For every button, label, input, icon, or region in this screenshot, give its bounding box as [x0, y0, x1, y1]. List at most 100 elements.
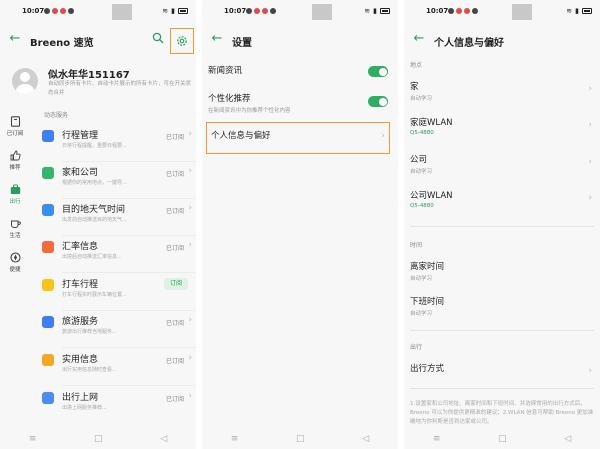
- back-triangle-icon[interactable]: ◁: [362, 434, 369, 444]
- location-home[interactable]: 家 自动学习 ›: [410, 80, 594, 110]
- chevron-right-icon: ›: [588, 84, 592, 94]
- left-nav-subscribed[interactable]: 已订阅: [2, 116, 28, 137]
- subscribe-button[interactable]: 订阅: [164, 278, 188, 290]
- message-icon: [68, 8, 74, 14]
- header: ← 个人信息与偏好: [404, 26, 600, 54]
- back-triangle-icon[interactable]: ◁: [564, 434, 571, 444]
- service-status: 已订阅: [165, 208, 184, 215]
- status-time: 10:07: [426, 7, 449, 15]
- service-status: 已订阅: [165, 171, 184, 178]
- chat-icon: [246, 8, 252, 14]
- left-nav-label: 便捷: [9, 267, 21, 273]
- header: ← 设置: [202, 26, 398, 54]
- left-nav-life[interactable]: 生活: [2, 218, 28, 239]
- news-toggle[interactable]: [368, 66, 388, 77]
- service-status: 已订阅: [165, 134, 184, 141]
- home-button-icon[interactable]: □: [94, 434, 103, 444]
- settings-highlight[interactable]: [170, 28, 194, 54]
- avatar[interactable]: [12, 68, 38, 94]
- video-icon: [52, 8, 58, 14]
- service-item-weather[interactable]: 目的地天气时间 出发前自动推送目的地天气... 已订阅 ›: [40, 200, 196, 236]
- location-company[interactable]: 公司 自动学习 ›: [410, 153, 594, 183]
- service-title: 目的地天气时间: [62, 205, 126, 215]
- bookmark-icon: [10, 116, 20, 127]
- category-time: 时间: [410, 242, 423, 249]
- service-item-home-company[interactable]: 家和公司 根据你的常用地点，一键导... 已订阅 ›: [40, 163, 196, 199]
- screen-personal-info: 10:07 ≋ ▮ ← 个人信息与偏好 地点 家 自动学习 › 家庭WLAN Q…: [404, 0, 600, 449]
- divider: [410, 226, 594, 227]
- service-status: 已订阅: [165, 245, 184, 252]
- service-item-internet[interactable]: 出行上网 出境上网服务推荐... 已订阅 ›: [40, 388, 196, 424]
- category-travel: 出行: [410, 344, 423, 351]
- cup-icon: [10, 220, 21, 228]
- personal-info-preference-row[interactable]: 个人信息与偏好 ›: [206, 122, 390, 154]
- message-icon: [472, 8, 478, 14]
- status-time: 10:07: [22, 7, 45, 15]
- divider: [410, 330, 594, 331]
- notification-icons: [44, 8, 74, 14]
- location-home-wifi[interactable]: 家庭WLAN Q5-4880 ›: [410, 116, 594, 146]
- search-icon[interactable]: [152, 32, 164, 44]
- left-nav-label: 已订阅: [6, 131, 24, 137]
- service-title: 实用信息: [62, 355, 99, 365]
- service-item-taxi[interactable]: 打车行程 打车行程实时展示车辆位置... 订阅: [40, 275, 196, 311]
- music-icon: [60, 8, 66, 14]
- service-title: 出行上网: [62, 393, 99, 403]
- item-title: 公司: [410, 155, 428, 165]
- service-desc: 日常行程提醒，重要日程要...: [62, 143, 127, 149]
- chevron-right-icon: ›: [588, 193, 592, 203]
- chevron-right-icon: ›: [588, 366, 592, 376]
- status-time: 10:07: [224, 7, 247, 15]
- back-arrow-icon[interactable]: ←: [8, 32, 22, 46]
- chat-icon: [44, 8, 50, 14]
- thumbs-up-icon: [10, 150, 21, 161]
- time-off-work[interactable]: 下班时间 自动学习: [410, 295, 594, 325]
- compass-icon: [9, 252, 21, 263]
- chevron-right-icon: ›: [381, 131, 385, 141]
- gear-icon[interactable]: [176, 35, 188, 47]
- home-button-icon[interactable]: □: [498, 434, 507, 444]
- left-nav-travel[interactable]: 出行: [2, 184, 28, 205]
- back-arrow-icon[interactable]: ←: [210, 32, 224, 46]
- divider: [410, 388, 594, 389]
- time-leave-home[interactable]: 离家时间 自动学习: [410, 260, 594, 290]
- back-arrow-icon[interactable]: ←: [412, 32, 426, 46]
- item-title: 下班时间: [410, 297, 445, 307]
- menu-icon[interactable]: ≡: [29, 434, 37, 444]
- item-desc: Q5-4880: [410, 203, 434, 209]
- item-desc: 自动学习: [410, 96, 433, 102]
- home-button-icon[interactable]: □: [296, 434, 305, 444]
- cloud-icon: [42, 204, 54, 216]
- location-company-wifi[interactable]: 公司WLAN Q5-4880 ›: [410, 189, 594, 219]
- service-item-schedule[interactable]: 行程管理 日常行程提醒，重要日程要... 已订阅 ›: [40, 126, 196, 162]
- service-item-info[interactable]: 实用信息 出行实用信息随时查看... 已订阅 ›: [40, 350, 196, 386]
- service-desc: 出境后自动推送汇率信息...: [62, 254, 122, 260]
- battery-icon: [178, 8, 188, 14]
- redacted-block: [112, 4, 132, 20]
- back-triangle-icon[interactable]: ◁: [160, 434, 167, 444]
- music-icon: [262, 8, 268, 14]
- chevron-right-icon: ›: [588, 120, 592, 130]
- redacted-block: [312, 4, 332, 20]
- service-item-tour[interactable]: 旅游服务 旅游出行推荐当地服务... 已订阅 ›: [40, 312, 196, 348]
- menu-icon[interactable]: ≡: [433, 434, 441, 444]
- flag-icon: [42, 316, 54, 328]
- screen-settings: 10:07 ≋ ▮ ← 设置 新闻资讯 个性化推荐 在新闻资讯中为你推荐个性化内…: [202, 0, 398, 449]
- signal-icon: ▮: [575, 7, 579, 15]
- setting-title: 新闻资讯: [208, 66, 243, 76]
- category-location: 地点: [410, 62, 423, 69]
- recommend-toggle[interactable]: [368, 96, 388, 107]
- service-item-exchange[interactable]: 汇率信息 出境后自动推送汇率信息... 已订阅 ›: [40, 237, 196, 273]
- left-nav-recommended[interactable]: 推荐: [2, 150, 28, 171]
- setting-desc: 在新闻资讯中为你推荐个性化内容: [208, 108, 291, 114]
- left-nav-convenience[interactable]: 便捷: [2, 252, 28, 273]
- suitcase-icon: [10, 184, 20, 194]
- system-nav-bar: ≡ □ ◁: [0, 429, 196, 449]
- chevron-right-icon: ›: [188, 203, 192, 213]
- music-icon: [464, 8, 470, 14]
- service-status: 已订阅: [165, 320, 184, 327]
- menu-icon[interactable]: ≡: [231, 434, 239, 444]
- item-desc: Q5-4880: [410, 130, 434, 136]
- user-description: 自动同步所有卡片、自动卡片展示的所有卡片，可在开关状态合并: [48, 81, 192, 96]
- left-nav-label: 出行: [9, 199, 21, 205]
